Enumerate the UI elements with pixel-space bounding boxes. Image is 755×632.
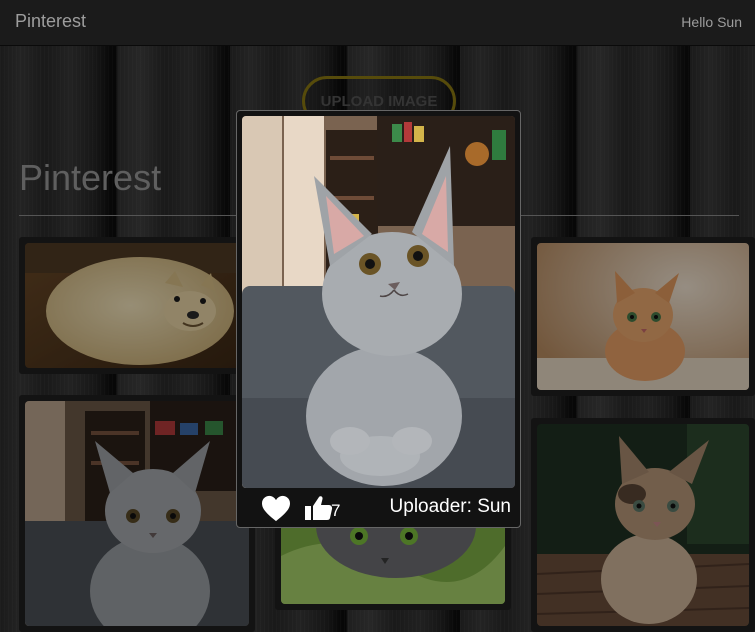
modal-footer: 7 Uploader: Sun — [237, 489, 522, 527]
like-count: 7 — [331, 501, 341, 520]
user-greeting[interactable]: Hello Sun — [681, 14, 742, 30]
image-modal: 7 Uploader: Sun — [236, 110, 521, 528]
thumbs-up-icon[interactable] — [305, 495, 333, 521]
heart-icon[interactable] — [261, 495, 291, 523]
uploader-label: Uploader: Sun — [389, 496, 511, 517]
brand-link[interactable]: Pinterest — [15, 11, 86, 32]
modal-image-gray-kitten — [242, 116, 515, 488]
navbar: Pinterest Hello Sun — [0, 0, 755, 46]
